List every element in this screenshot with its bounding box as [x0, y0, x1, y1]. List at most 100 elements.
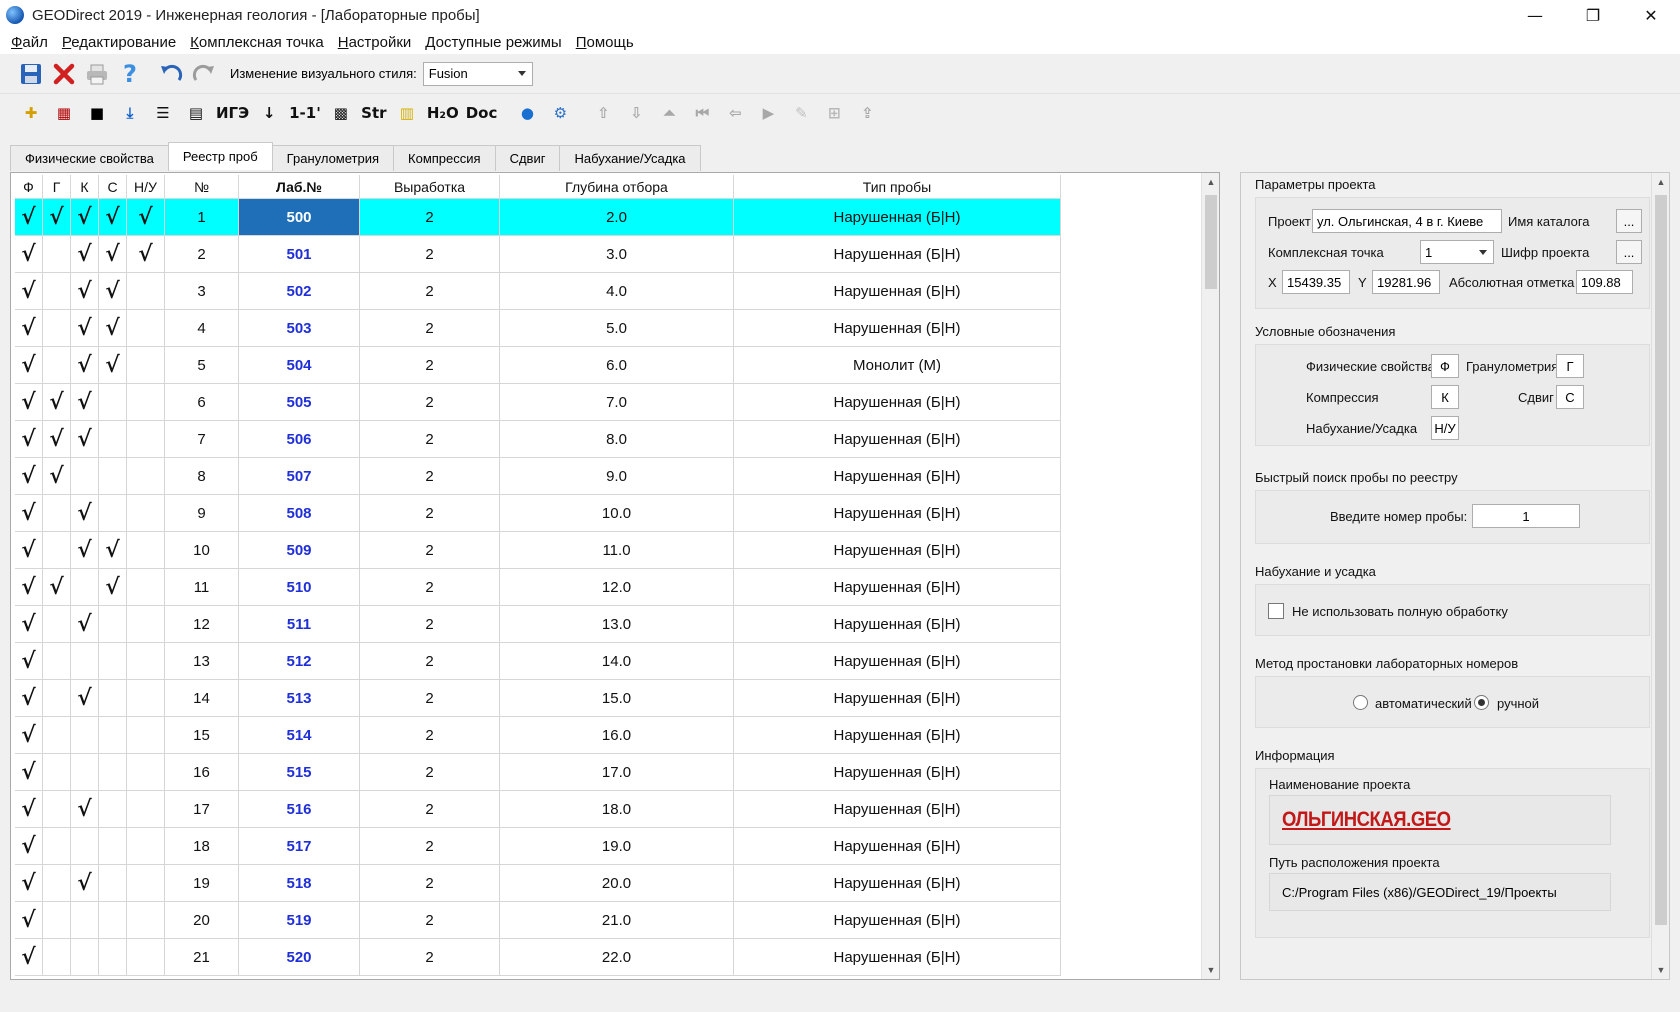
cell-s-check[interactable]: √ — [99, 532, 127, 569]
pencil-icon[interactable]: ✎ — [788, 100, 814, 126]
cell-lab-number[interactable]: 507 — [239, 458, 360, 495]
cell-lab-number[interactable]: 506 — [239, 421, 360, 458]
cell-k-check[interactable]: √ — [71, 421, 99, 458]
menu-help[interactable]: Помощь — [569, 34, 641, 51]
col-header-depth[interactable]: Глубина отбора — [500, 175, 734, 199]
cell-k-check[interactable]: √ — [71, 384, 99, 421]
tab-compression[interactable]: Компрессия — [393, 145, 496, 171]
cell-g-check[interactable] — [43, 236, 71, 273]
cell-depth[interactable]: 6.0 — [500, 347, 734, 384]
table-row[interactable]: √ √ 8 507 2 9.0 Нарушенная (Б|Н) — [15, 458, 1061, 495]
cell-working[interactable]: 2 — [360, 865, 500, 902]
cell-lab-number[interactable]: 515 — [239, 754, 360, 791]
cell-number[interactable]: 17 — [165, 791, 239, 828]
cell-number[interactable]: 6 — [165, 384, 239, 421]
cell-working[interactable]: 2 — [360, 421, 500, 458]
table-row[interactable]: √ 20 519 2 21.0 Нарушенная (Б|Н) — [15, 902, 1061, 939]
cell-f-check[interactable]: √ — [15, 902, 43, 939]
cell-sample-type[interactable]: Нарушенная (Б|Н) — [734, 569, 1061, 606]
cell-sample-type[interactable]: Нарушенная (Б|Н) — [734, 865, 1061, 902]
undo-icon[interactable] — [158, 61, 184, 87]
cell-lab-number[interactable]: 512 — [239, 643, 360, 680]
cell-sample-type[interactable]: Нарушенная (Б|Н) — [734, 384, 1061, 421]
cell-number[interactable]: 4 — [165, 310, 239, 347]
col-header-nu[interactable]: Н/У — [127, 175, 165, 199]
cell-k-check[interactable]: √ — [71, 199, 99, 236]
cell-g-check[interactable] — [43, 495, 71, 532]
cell-working[interactable]: 2 — [360, 606, 500, 643]
menu-modes[interactable]: Доступные режимы — [418, 34, 568, 51]
cell-k-check[interactable] — [71, 643, 99, 680]
cell-f-check[interactable]: √ — [15, 680, 43, 717]
legend-gran-input[interactable]: Г — [1556, 354, 1584, 378]
cell-lab-number[interactable]: 519 — [239, 902, 360, 939]
move-down-icon[interactable]: ⇩ — [623, 100, 649, 126]
visual-style-select[interactable]: Fusion — [422, 61, 533, 86]
cell-lab-number[interactable]: 513 — [239, 680, 360, 717]
panel-scrollbar[interactable]: ▲ ▼ — [1651, 173, 1669, 979]
cell-number[interactable]: 12 — [165, 606, 239, 643]
cell-nu-check[interactable] — [127, 902, 165, 939]
cell-working[interactable]: 2 — [360, 532, 500, 569]
cell-g-check[interactable]: √ — [43, 569, 71, 606]
table-row[interactable]: √ √ √ 11 510 2 12.0 Нарушенная (Б|Н) — [15, 569, 1061, 606]
cell-k-check[interactable]: √ — [71, 791, 99, 828]
cell-number[interactable]: 8 — [165, 458, 239, 495]
cell-s-check[interactable]: √ — [99, 199, 127, 236]
cell-s-check[interactable] — [99, 680, 127, 717]
cell-lab-number[interactable]: 505 — [239, 384, 360, 421]
cell-sample-type[interactable]: Нарушенная (Б|Н) — [734, 606, 1061, 643]
cell-s-check[interactable] — [99, 643, 127, 680]
cell-s-check[interactable] — [99, 754, 127, 791]
cell-sample-type[interactable]: Нарушенная (Б|Н) — [734, 458, 1061, 495]
table-row[interactable]: √ √ √ 10 509 2 11.0 Нарушенная (Б|Н) — [15, 532, 1061, 569]
cell-number[interactable]: 16 — [165, 754, 239, 791]
table-row[interactable]: √ √ √ 4 503 2 5.0 Нарушенная (Б|Н) — [15, 310, 1061, 347]
table-row[interactable]: √ √ √ 6 505 2 7.0 Нарушенная (Б|Н) — [15, 384, 1061, 421]
cell-number[interactable]: 1 — [165, 199, 239, 236]
cell-depth[interactable]: 5.0 — [500, 310, 734, 347]
table-row[interactable]: √ √ 19 518 2 20.0 Нарушенная (Б|Н) — [15, 865, 1061, 902]
cell-lab-number[interactable]: 502 — [239, 273, 360, 310]
complex-point-select[interactable]: 1 — [1420, 240, 1494, 264]
cell-nu-check[interactable] — [127, 828, 165, 865]
cell-nu-check[interactable] — [127, 791, 165, 828]
cell-nu-check[interactable] — [127, 421, 165, 458]
cell-depth[interactable]: 18.0 — [500, 791, 734, 828]
table-row[interactable]: √ √ 12 511 2 13.0 Нарушенная (Б|Н) — [15, 606, 1061, 643]
table-row[interactable]: √ √ √ 3 502 2 4.0 Нарушенная (Б|Н) — [15, 273, 1061, 310]
cell-depth[interactable]: 17.0 — [500, 754, 734, 791]
col-header-k[interactable]: К — [71, 175, 99, 199]
table-row[interactable]: √ 18 517 2 19.0 Нарушенная (Б|Н) — [15, 828, 1061, 865]
cell-k-check[interactable] — [71, 458, 99, 495]
cell-working[interactable]: 2 — [360, 754, 500, 791]
cell-working[interactable]: 2 — [360, 495, 500, 532]
cell-nu-check[interactable] — [127, 606, 165, 643]
cell-k-check[interactable]: √ — [71, 606, 99, 643]
cell-depth[interactable]: 3.0 — [500, 236, 734, 273]
cell-s-check[interactable] — [99, 606, 127, 643]
cell-working[interactable]: 2 — [360, 902, 500, 939]
cell-k-check[interactable] — [71, 754, 99, 791]
scroll-up-icon[interactable]: ▲ — [1202, 173, 1219, 191]
cell-k-check[interactable]: √ — [71, 273, 99, 310]
play-icon[interactable]: ▶ — [755, 100, 781, 126]
cell-depth[interactable]: 7.0 — [500, 384, 734, 421]
tab-physical-properties[interactable]: Физические свойства — [10, 145, 169, 171]
cell-depth[interactable]: 12.0 — [500, 569, 734, 606]
move-left-icon[interactable]: ⇦ — [722, 100, 748, 126]
cell-lab-number[interactable]: 516 — [239, 791, 360, 828]
cell-lab-number[interactable]: 509 — [239, 532, 360, 569]
col-header-number[interactable]: № — [165, 175, 239, 199]
cell-sample-type[interactable]: Нарушенная (Б|Н) — [734, 828, 1061, 865]
ruler-icon[interactable]: ▥ — [394, 100, 420, 126]
col-header-s[interactable]: С — [99, 175, 127, 199]
abs-elevation-input[interactable]: 109.88 — [1576, 270, 1633, 294]
hatch-icon[interactable]: ▦ — [51, 100, 77, 126]
table-row[interactable]: √ 16 515 2 17.0 Нарушенная (Б|Н) — [15, 754, 1061, 791]
cell-s-check[interactable] — [99, 421, 127, 458]
cell-f-check[interactable]: √ — [15, 791, 43, 828]
cell-lab-number[interactable]: 503 — [239, 310, 360, 347]
cell-k-check[interactable]: √ — [71, 495, 99, 532]
cell-depth[interactable]: 20.0 — [500, 865, 734, 902]
